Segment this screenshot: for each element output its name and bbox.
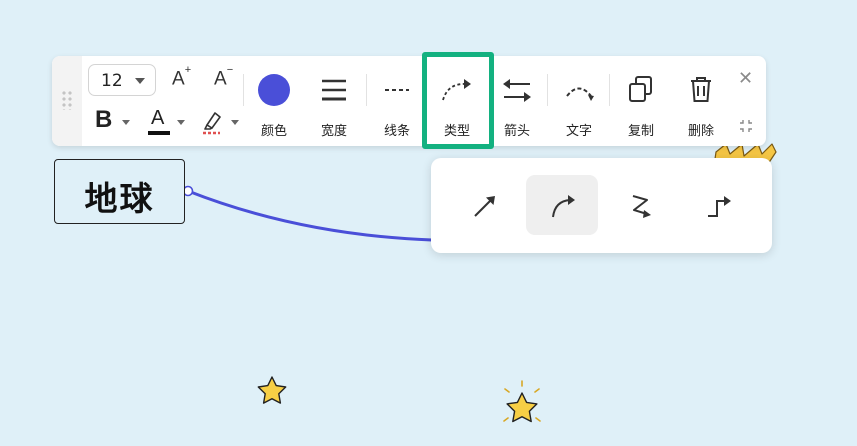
- font-color-label: A: [151, 107, 165, 129]
- font-color-swatch: [148, 131, 170, 135]
- highlighter-icon: [203, 112, 221, 135]
- mindmap-node[interactable]: 地球: [54, 159, 185, 224]
- tool-color[interactable]: 颜色: [249, 56, 299, 146]
- text-on-curve-icon: [566, 87, 594, 101]
- arrows-icon: [503, 79, 531, 102]
- node-text[interactable]: 地球: [55, 172, 184, 220]
- tool-line-style[interactable]: 线条: [372, 56, 422, 146]
- straight-arrow-icon: [474, 196, 495, 217]
- decrease-font-label: A: [214, 68, 227, 90]
- font-size-select[interactable]: 12: [88, 64, 156, 96]
- font-color-dropdown-icon[interactable]: [177, 120, 185, 125]
- close-icon[interactable]: ✕: [738, 68, 753, 89]
- color-circle-icon: [258, 74, 290, 106]
- zigzag-arrow-icon: [632, 195, 651, 218]
- chevron-down-icon: [135, 78, 145, 84]
- connector-type-popup: [431, 158, 772, 253]
- increase-font-sup: +: [184, 64, 192, 76]
- tool-text-label: 文字: [565, 124, 592, 139]
- highlighter-button[interactable]: [200, 108, 224, 136]
- tool-copy-label: 复制: [627, 124, 654, 139]
- tool-delete-label: 删除: [687, 124, 714, 139]
- copy-icon: [629, 76, 652, 102]
- toolbar-divider: [547, 74, 548, 106]
- tool-arrows[interactable]: 箭头: [492, 56, 542, 146]
- tool-line-style-label: 线条: [383, 124, 410, 139]
- connector-option-curved[interactable]: [526, 175, 598, 235]
- collapse-icon[interactable]: [738, 118, 754, 134]
- toolbar-divider: [243, 74, 244, 106]
- connector-option-elbow[interactable]: [682, 175, 754, 235]
- increase-font-button[interactable]: A+: [172, 64, 191, 90]
- connector-option-straight[interactable]: [448, 175, 520, 235]
- bold-dropdown-icon[interactable]: [122, 120, 130, 125]
- tool-delete[interactable]: 删除: [676, 56, 726, 146]
- toolbar-divider: [609, 74, 610, 106]
- curved-arrow-icon: [552, 195, 575, 218]
- tool-text[interactable]: 文字: [554, 56, 604, 146]
- decrease-font-sup: −: [226, 64, 234, 76]
- star-sparkle-icon: [503, 380, 541, 423]
- tool-color-label: 颜色: [260, 124, 287, 139]
- star-icon: [257, 376, 287, 404]
- font-size-value: 12: [101, 71, 123, 91]
- connector-option-zigzag[interactable]: [604, 175, 676, 235]
- tool-width-label: 宽度: [320, 124, 347, 139]
- highlight-frame: [422, 52, 494, 149]
- line-width-icon: [322, 79, 346, 101]
- decrease-font-button[interactable]: A−: [214, 64, 233, 90]
- toolbar-divider: [366, 74, 367, 106]
- increase-font-label: A: [172, 68, 185, 90]
- tool-copy[interactable]: 复制: [616, 56, 666, 146]
- bold-label: B: [95, 106, 113, 133]
- bold-button[interactable]: B: [95, 106, 112, 134]
- dashed-line-icon: [385, 89, 409, 91]
- tool-width[interactable]: 宽度: [309, 56, 359, 146]
- elbow-arrow-icon: [708, 196, 731, 217]
- highlighter-dropdown-icon[interactable]: [231, 120, 239, 125]
- drag-handle[interactable]: [52, 56, 82, 146]
- font-color-button[interactable]: A: [148, 107, 172, 137]
- grip-dots-icon: [61, 90, 73, 110]
- floating-toolbar: 12 A+ A− B A 颜色 宽度 线条 类型 箭头 文字 复制 删除 ✕: [52, 56, 766, 146]
- trash-icon: [691, 77, 711, 102]
- tool-arrows-label: 箭头: [503, 124, 530, 139]
- whiteboard-canvas[interactable]: 地球 12 A+ A− B A 颜色 宽度 线条 类型 箭头 文字 复制 删除 …: [0, 0, 857, 446]
